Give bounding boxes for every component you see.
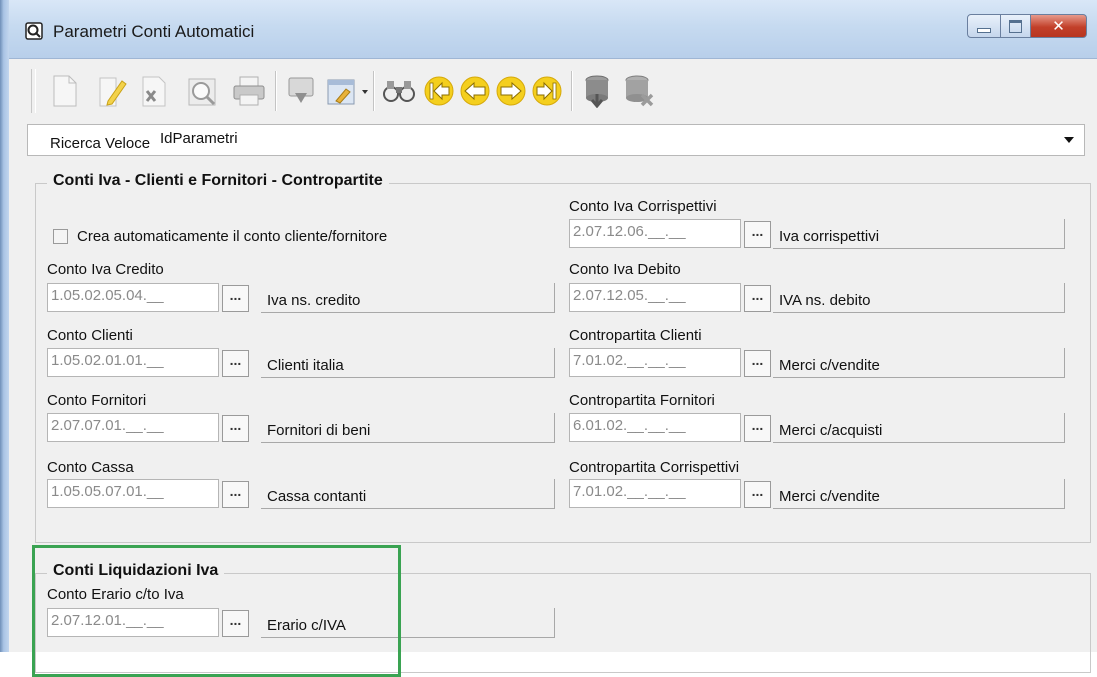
cancel-button[interactable] xyxy=(621,73,657,109)
account-description: Merci c/acquisti xyxy=(773,413,1065,443)
auto-create-account-checkbox[interactable] xyxy=(53,229,68,244)
delete-record-button[interactable] xyxy=(137,73,173,109)
browse-button[interactable]: ... xyxy=(744,350,771,377)
account-description: Cassa contanti xyxy=(261,479,555,509)
toolbar-separator xyxy=(571,71,573,111)
close-icon: ✕ xyxy=(1052,18,1065,35)
account-code-input[interactable]: 7.01.02.__.__.__ xyxy=(569,479,741,508)
field-label: Conto Erario c/to Iva xyxy=(47,586,184,603)
cancel-icon xyxy=(625,75,654,107)
first-record-icon xyxy=(424,76,454,106)
account-description: Merci c/vendite xyxy=(773,479,1065,509)
browse-button[interactable]: ... xyxy=(222,285,249,312)
binoculars-search-icon xyxy=(383,81,415,102)
window-border xyxy=(0,0,9,652)
minimize-icon xyxy=(977,27,991,33)
account-description: Merci c/vendite xyxy=(773,348,1065,378)
next-record-button[interactable] xyxy=(493,73,529,109)
last-record-button[interactable] xyxy=(529,73,565,109)
toolbar-separator xyxy=(275,71,277,111)
window-title: Parametri Conti Automatici xyxy=(53,22,255,41)
last-record-icon xyxy=(532,76,562,106)
print-icon xyxy=(233,76,265,106)
save-button[interactable] xyxy=(581,73,617,109)
account-code-input[interactable]: 6.01.02.__.__.__ xyxy=(569,413,741,442)
settings-button[interactable] xyxy=(325,73,361,109)
toolbar-separator xyxy=(373,71,375,111)
maximize-icon xyxy=(1009,19,1022,33)
account-code-input[interactable]: 2.07.12.05.__.__ xyxy=(569,283,741,312)
close-button[interactable]: ✕ xyxy=(1031,14,1087,38)
toolbar xyxy=(9,59,1097,123)
field-label: Conto Fornitori xyxy=(47,392,147,409)
browse-button[interactable]: ... xyxy=(222,610,249,637)
settings-dropdown-icon xyxy=(327,79,355,105)
account-code-input[interactable]: 1.05.02.05.04.__ xyxy=(47,283,219,312)
field-label: Conto Clienti xyxy=(47,327,133,344)
delete-x-icon xyxy=(142,76,166,107)
copy-icon xyxy=(288,77,314,103)
account-description: Clienti italia xyxy=(261,348,555,378)
title-bar: Parametri Conti Automatici ✕ xyxy=(9,0,1097,59)
preview-magnifier-icon xyxy=(188,78,216,106)
browse-button[interactable]: ... xyxy=(744,481,771,508)
print-button[interactable] xyxy=(231,73,267,109)
find-button[interactable] xyxy=(381,73,417,109)
chevron-down-icon[interactable] xyxy=(1064,137,1074,143)
first-record-button[interactable] xyxy=(421,73,457,109)
account-code-input[interactable]: 2.07.07.01.__.__ xyxy=(47,413,219,442)
account-code-input[interactable]: 2.07.12.01.__.__ xyxy=(47,608,219,637)
quick-search-value[interactable]: IdParametri xyxy=(160,130,238,147)
field-label: Contropartita Fornitori xyxy=(569,392,715,409)
auto-create-account-label: Crea automaticamente il conto cliente/fo… xyxy=(77,228,388,245)
account-description: Erario c/IVA xyxy=(261,608,555,638)
save-download-icon xyxy=(585,75,609,108)
browse-button[interactable]: ... xyxy=(744,415,771,442)
account-description: Iva corrispettivi xyxy=(773,219,1065,249)
quick-search-bar[interactable]: Ricerca Veloce IdParametri xyxy=(27,124,1085,156)
account-description: Iva ns. credito xyxy=(261,283,555,313)
app-logo-icon xyxy=(25,22,43,40)
field-label: Conto Cassa xyxy=(47,459,134,476)
quick-search-label: Ricerca Veloce xyxy=(50,135,151,152)
account-description: IVA ns. debito xyxy=(773,283,1065,313)
new-record-button[interactable] xyxy=(47,73,83,109)
field-label: Contropartita Corrispettivi xyxy=(569,459,740,476)
browse-button[interactable]: ... xyxy=(222,481,249,508)
copy-button[interactable] xyxy=(283,73,319,109)
window-controls: ✕ xyxy=(967,14,1087,38)
field-label: Conto Iva Corrispettivi xyxy=(569,198,717,215)
previous-record-icon xyxy=(460,76,490,106)
maximize-button[interactable] xyxy=(1001,14,1031,38)
edit-record-button[interactable] xyxy=(95,73,131,109)
browse-button[interactable]: ... xyxy=(744,285,771,312)
chevron-down-icon[interactable] xyxy=(362,90,368,94)
toolbar-grip[interactable] xyxy=(31,69,36,113)
field-label: Conto Iva Credito xyxy=(47,261,164,278)
preview-button[interactable] xyxy=(185,73,221,109)
browse-button[interactable]: ... xyxy=(222,350,249,377)
account-code-input[interactable]: 1.05.02.01.01.__ xyxy=(47,348,219,377)
group-conti-iva-title: Conti Iva - Clienti e Fornitori - Contro… xyxy=(47,172,389,190)
browse-button[interactable]: ... xyxy=(744,221,771,248)
minimize-button[interactable] xyxy=(967,14,1001,38)
window-client-area: Ricerca Veloce IdParametri Conti Iva - C… xyxy=(9,59,1097,673)
browse-button[interactable]: ... xyxy=(222,415,249,442)
group-conti-liquidazioni-title: Conti Liquidazioni Iva xyxy=(47,562,225,580)
account-description: Fornitori di beni xyxy=(261,413,555,443)
new-document-icon xyxy=(53,75,77,107)
field-label: Conto Iva Debito xyxy=(569,261,681,278)
previous-record-button[interactable] xyxy=(457,73,493,109)
edit-pencil-icon xyxy=(99,77,127,107)
account-code-input[interactable]: 1.05.05.07.01.__ xyxy=(47,479,219,508)
field-label: Contropartita Clienti xyxy=(569,327,702,344)
account-code-input[interactable]: 7.01.02.__.__.__ xyxy=(569,348,741,377)
next-record-icon xyxy=(496,76,526,106)
account-code-input[interactable]: 2.07.12.06.__.__ xyxy=(569,219,741,248)
